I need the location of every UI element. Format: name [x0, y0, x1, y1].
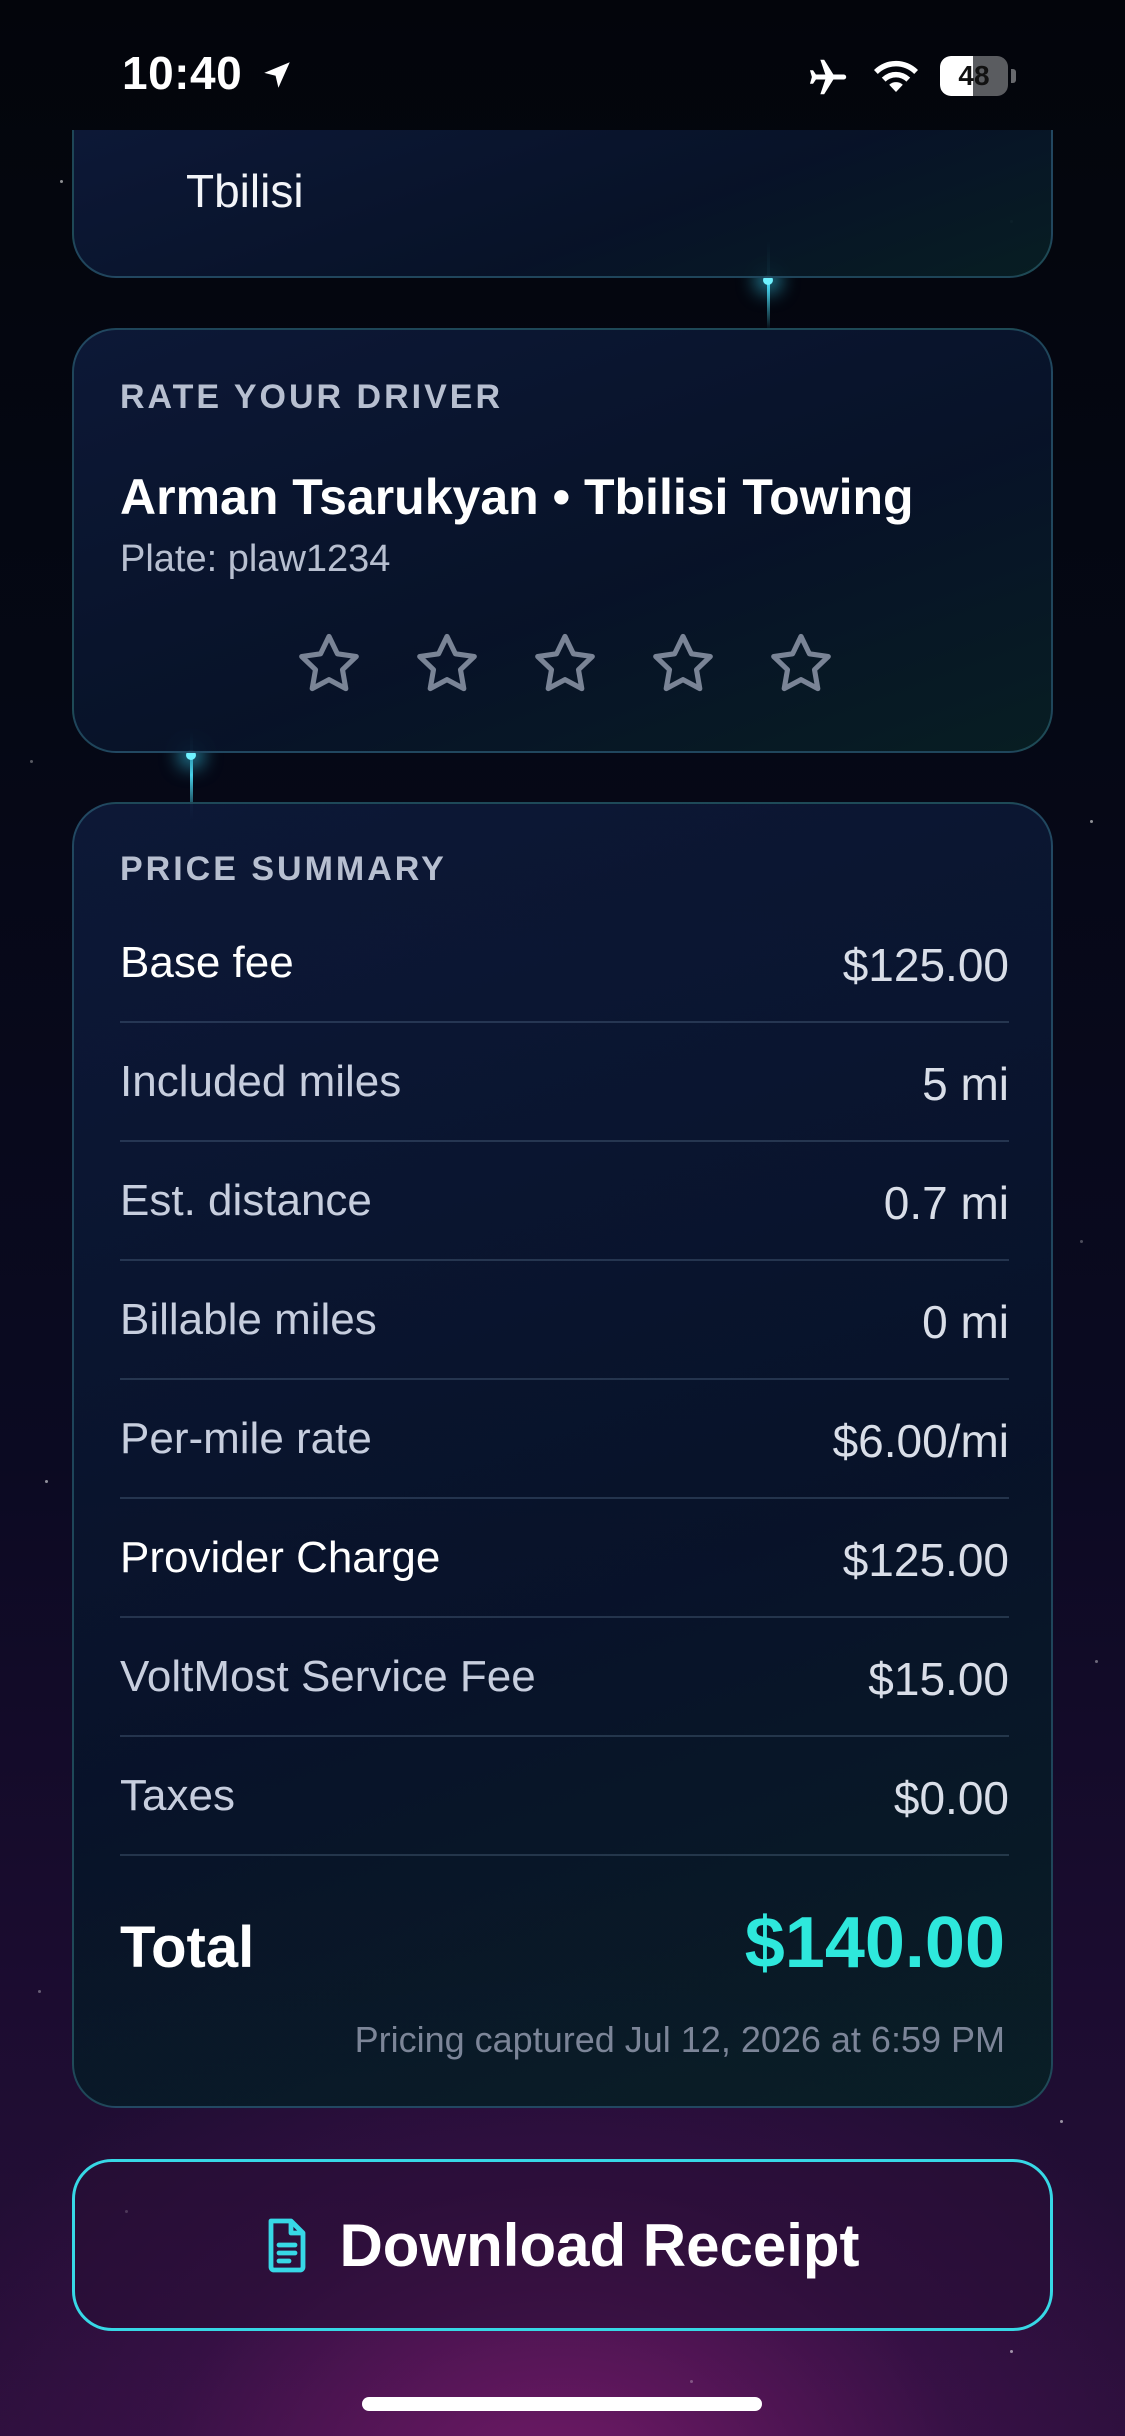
- price-label: Base fee: [120, 938, 294, 987]
- price-summary-heading: PRICE SUMMARY: [120, 850, 447, 888]
- price-label: Est. distance: [120, 1176, 372, 1225]
- wifi-icon: [874, 60, 918, 92]
- price-value: 0.7 mi: [883, 1177, 1009, 1229]
- price-value: $0.00: [893, 1772, 1009, 1824]
- price-row-est-distance: Est. distance 0.7 mi: [120, 1142, 1009, 1261]
- price-value: $6.00/mi: [832, 1415, 1009, 1467]
- total-value: $140.00: [744, 1903, 1005, 1983]
- price-label: Taxes: [120, 1771, 235, 1820]
- price-value: 5 mi: [922, 1058, 1009, 1110]
- star-2-icon[interactable]: [411, 628, 483, 700]
- price-row-per-mile-rate: Per-mile rate $6.00/mi: [120, 1380, 1009, 1499]
- price-label: Provider Charge: [120, 1533, 441, 1582]
- download-receipt-button[interactable]: Download Receipt: [72, 2159, 1053, 2331]
- location-card: Tbilisi: [72, 130, 1053, 278]
- price-row-taxes: Taxes $0.00: [120, 1737, 1009, 1856]
- location-arrow-icon: [264, 62, 290, 88]
- location-city: Tbilisi: [186, 165, 304, 217]
- price-summary-card: PRICE SUMMARY Base fee $125.00 Included …: [72, 802, 1053, 2108]
- home-indicator[interactable]: [362, 2397, 762, 2411]
- star-5-icon[interactable]: [765, 628, 837, 700]
- document-icon: [269, 2218, 306, 2273]
- driver-plate: Plate: plaw1234: [120, 538, 391, 580]
- price-label: Billable miles: [120, 1295, 377, 1344]
- battery-icon: 48: [940, 56, 1016, 96]
- status-bar: 10:40 48: [0, 0, 1125, 150]
- price-value: $125.00: [842, 1534, 1009, 1586]
- rate-driver-card: RATE YOUR DRIVER Arman Tsarukyan • Tbili…: [72, 328, 1053, 753]
- driver-name: Arman Tsarukyan • Tbilisi Towing: [120, 469, 914, 525]
- rate-driver-heading: RATE YOUR DRIVER: [120, 378, 504, 416]
- total-label: Total: [120, 1915, 255, 1980]
- price-row-billable-miles: Billable miles 0 mi: [120, 1261, 1009, 1380]
- price-label: Per-mile rate: [120, 1414, 372, 1463]
- airplane-icon: [809, 59, 847, 95]
- price-row-service-fee: VoltMost Service Fee $15.00: [120, 1618, 1009, 1737]
- price-value: $125.00: [842, 939, 1009, 991]
- star-4-icon[interactable]: [647, 628, 719, 700]
- star-rating: [74, 628, 1055, 708]
- download-receipt-label: Download Receipt: [339, 2211, 860, 2279]
- battery-percentage: 48: [958, 60, 990, 91]
- price-row-included-miles: Included miles 5 mi: [120, 1023, 1009, 1142]
- price-value: $15.00: [868, 1653, 1009, 1705]
- clock-time: 10:40: [122, 47, 243, 99]
- star-3-icon[interactable]: [529, 628, 601, 700]
- pricing-captured-note: Pricing captured Jul 12, 2026 at 6:59 PM: [354, 2019, 1005, 2060]
- price-value: 0 mi: [922, 1296, 1009, 1348]
- price-row-base-fee: Base fee $125.00: [120, 904, 1009, 1023]
- star-1-icon[interactable]: [293, 628, 365, 700]
- price-label: Included miles: [120, 1057, 402, 1106]
- price-row-provider-charge: Provider Charge $125.00: [120, 1499, 1009, 1618]
- price-label: VoltMost Service Fee: [120, 1652, 536, 1701]
